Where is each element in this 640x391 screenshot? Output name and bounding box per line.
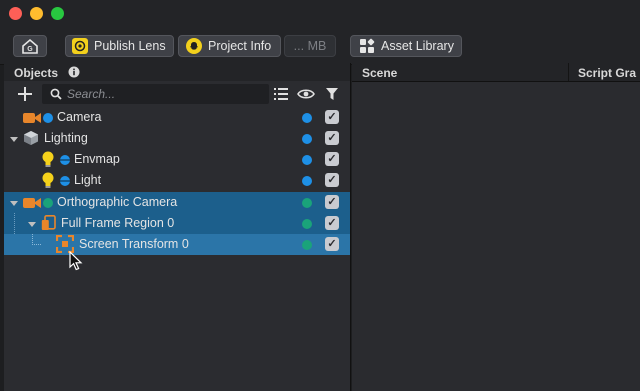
tree-row-full-frame-region[interactable]: Full Frame Region 0 ✓ [4, 213, 350, 234]
layer-dot [43, 113, 53, 123]
layer-color-dot[interactable] [302, 240, 312, 250]
window-titlebar [0, 0, 640, 28]
header-border [352, 81, 640, 82]
tree-guide-line [14, 213, 16, 234]
info-icon[interactable] [68, 66, 80, 78]
enabled-checkbox[interactable]: ✓ [325, 131, 339, 145]
tree-row-light[interactable]: Light ✓ [4, 170, 350, 191]
camera-icon [23, 198, 41, 208]
tree-row-lighting[interactable]: Lighting ✓ [4, 128, 350, 149]
script-graph-tab[interactable]: Script Gra [578, 66, 636, 80]
layer-color-dot[interactable] [302, 176, 312, 186]
enabled-checkbox[interactable]: ✓ [325, 216, 339, 230]
expand-chevron-icon[interactable] [10, 201, 18, 206]
zoom-window-button[interactable] [51, 7, 64, 20]
camera-icon [23, 113, 41, 123]
tree-row-label: Screen Transform 0 [79, 237, 189, 251]
globe-dot-icon [60, 155, 70, 165]
asset-library-label: Asset Library [381, 39, 454, 53]
objects-panel-header: Objects [4, 63, 350, 81]
globe-dot-icon [60, 176, 70, 186]
scene-panel: Scene Script Gra [352, 63, 640, 391]
tree-row-label: Orthographic Camera [57, 195, 178, 209]
project-info-label: Project Info [208, 39, 272, 53]
close-window-button[interactable] [9, 7, 22, 20]
tree-row-label: Lighting [44, 131, 88, 145]
svg-text:G: G [27, 46, 33, 53]
minimize-window-button[interactable] [30, 7, 43, 20]
enabled-checkbox[interactable]: ✓ [325, 173, 339, 187]
project-info-button[interactable]: Project Info [178, 35, 281, 57]
asset-library-icon [360, 38, 375, 53]
bulb-icon [42, 172, 54, 188]
objects-panel: Objects Search... Camera ✓ Lighting ✓ En… [4, 63, 351, 391]
layer-color-dot[interactable] [302, 113, 312, 123]
tree-row-camera[interactable]: Camera ✓ [4, 107, 350, 128]
header-divider [568, 63, 569, 81]
snapchat-ghost-icon [186, 38, 202, 54]
layer-dot [43, 198, 53, 208]
objects-panel-toolbar: Search... [4, 82, 350, 107]
scene-panel-header: Scene Script Gra [352, 63, 640, 81]
scene-tab[interactable]: Scene [362, 66, 397, 80]
cube-icon [24, 131, 38, 145]
layer-color-dot[interactable] [302, 134, 312, 144]
enabled-checkbox[interactable]: ✓ [325, 110, 339, 124]
tree-row-envmap[interactable]: Envmap ✓ [4, 149, 350, 170]
visibility-eye-icon[interactable] [297, 88, 315, 100]
layer-color-dot[interactable] [302, 198, 312, 208]
add-object-icon[interactable] [18, 87, 32, 101]
lens-icon [72, 38, 88, 54]
tree-row-label: Camera [57, 110, 102, 124]
search-icon [50, 88, 62, 100]
asset-library-button[interactable]: Asset Library [350, 35, 462, 57]
objects-panel-title: Objects [14, 66, 59, 80]
project-size-label: ... MB [293, 39, 327, 53]
enabled-checkbox[interactable]: ✓ [325, 152, 339, 166]
publish-lens-button[interactable]: Publish Lens [65, 35, 174, 57]
tree-row-orthographic-camera[interactable]: Orthographic Camera ✓ [4, 192, 350, 213]
tree-row-screen-transform[interactable]: Screen Transform 0 ✓ [4, 234, 350, 255]
project-size-indicator: ... MB [284, 35, 336, 57]
layer-color-dot[interactable] [302, 155, 312, 165]
main-toolbar: G Publish Lens Project Info ... MB Asset… [0, 28, 640, 65]
expand-chevron-icon[interactable] [10, 137, 18, 142]
enabled-checkbox[interactable]: ✓ [325, 237, 339, 251]
list-options-icon[interactable] [274, 88, 288, 100]
tree-guide-line [32, 234, 41, 245]
home-icon: G [22, 38, 38, 54]
publish-lens-label: Publish Lens [94, 39, 166, 53]
layer-color-dot[interactable] [302, 219, 312, 229]
tree-row-label: Full Frame Region 0 [61, 216, 175, 230]
expand-chevron-icon[interactable] [28, 222, 36, 227]
search-placeholder: Search... [67, 87, 116, 101]
tree-row-label: Envmap [74, 152, 120, 166]
region-icon [41, 215, 56, 230]
mouse-cursor-icon [69, 251, 83, 271]
home-button[interactable]: G [13, 35, 47, 57]
tree-row-label: Light [74, 173, 102, 187]
objects-search-field[interactable]: Search... [42, 84, 269, 104]
bulb-icon [42, 151, 54, 167]
enabled-checkbox[interactable]: ✓ [325, 195, 339, 209]
filter-icon[interactable] [326, 88, 338, 100]
